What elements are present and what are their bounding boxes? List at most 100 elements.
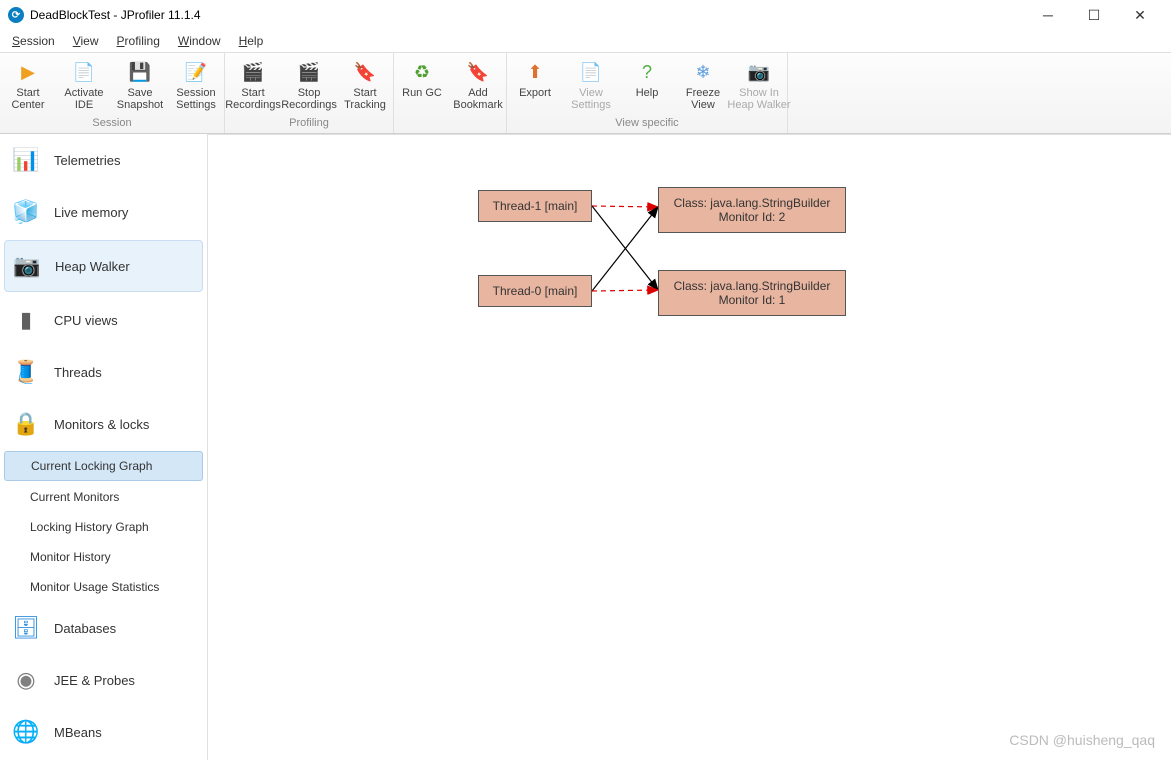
menu-view[interactable]: View	[65, 32, 107, 50]
sidebar-item-label: Monitors & locks	[54, 417, 149, 432]
activate-ide-icon: 📄	[71, 59, 97, 85]
heap-walker-icon: 📷	[13, 252, 41, 280]
minimize-button[interactable]: ─	[1025, 0, 1071, 30]
toolbar-group-label: Profiling	[225, 115, 393, 133]
start-recordings-label: Start Recordings	[225, 87, 281, 111]
graph-node-monitor1[interactable]: Class: java.lang.StringBuilder Monitor I…	[658, 270, 846, 316]
sidebar-item-label: Threads	[54, 365, 102, 380]
save-snapshot-label: Save Snapshot	[117, 87, 163, 111]
sidebar-sub-current-monitors[interactable]: Current Monitors	[0, 482, 207, 512]
stop-recordings-button[interactable]: 🎬Stop Recordings	[281, 53, 337, 115]
sidebar-item-label: Live memory	[54, 205, 128, 220]
activate-ide-label: Activate IDE	[64, 87, 103, 111]
show-in-heap-walker-button: 📷Show In Heap Walker	[731, 53, 787, 115]
add-bookmark-button[interactable]: 🔖Add Bookmark	[450, 53, 506, 115]
sidebar-item-monitors-locks[interactable]: 🔒 Monitors & locks	[0, 398, 207, 450]
sidebar-sub-current-locking-graph[interactable]: Current Locking Graph	[4, 451, 203, 481]
menu-profiling[interactable]: Profiling	[109, 32, 168, 50]
workspace: 📊 Telemetries 🧊 Live memory 📷 Heap Walker ▮ CPU…	[0, 134, 1171, 760]
activate-ide-button[interactable]: 📄Activate IDE	[56, 53, 112, 115]
menu-help[interactable]: Help	[231, 32, 272, 50]
sidebar-item-label: Heap Walker	[55, 259, 130, 274]
view-settings-label: View Settings	[571, 87, 611, 111]
session-settings-label: Session Settings	[176, 87, 216, 111]
graph-node-thread1[interactable]: Thread-1 [main]	[478, 190, 592, 222]
threads-icon: 🧵	[12, 358, 40, 386]
sidebar-sub-monitor-history[interactable]: Monitor History	[0, 542, 207, 572]
menubar: SessionViewProfilingWindowHelp	[0, 30, 1171, 52]
app-icon: ⟳	[8, 7, 24, 23]
start-tracking-label: Start Tracking	[344, 87, 386, 111]
freeze-view-label: Freeze View	[686, 87, 720, 111]
session-settings-icon: 📝	[183, 59, 209, 85]
titlebar: ⟳ DeadBlockTest - JProfiler 11.1.4 ─ ☐ ✕	[0, 0, 1171, 30]
save-snapshot-icon: 💾	[127, 59, 153, 85]
window-controls: ─ ☐ ✕	[1025, 0, 1163, 30]
sidebar-item-label: JEE & Probes	[54, 673, 135, 688]
sidebar-item-telemetries[interactable]: 📊 Telemetries	[0, 134, 207, 186]
sidebar-item-label: Databases	[54, 621, 116, 636]
run-gc-button[interactable]: ♻ Run GC	[394, 53, 450, 115]
export-label: Export	[519, 87, 551, 99]
add-bookmark-label: Add Bookmark	[453, 87, 503, 111]
save-snapshot-button[interactable]: 💾Save Snapshot	[112, 53, 168, 115]
freeze-view-button[interactable]: ❄Freeze View	[675, 53, 731, 115]
mbeans-icon: 🌐	[12, 718, 40, 746]
menu-session[interactable]: Session	[4, 32, 63, 50]
toolbar: ▶Start Center📄Activate IDE💾Save Snapshot…	[0, 52, 1171, 134]
window-title: DeadBlockTest - JProfiler 11.1.4	[30, 8, 1025, 22]
sidebar: 📊 Telemetries 🧊 Live memory 📷 Heap Walker ▮ CPU…	[0, 134, 208, 760]
sidebar-item-jee-probes[interactable]: ◉ JEE & Probes	[0, 654, 207, 706]
toolbar-group-label: View specific	[507, 115, 787, 133]
graph-node-thread0[interactable]: Thread-0 [main]	[478, 275, 592, 307]
add-bookmark-icon: 🔖	[465, 59, 491, 85]
start-center-label: Start Center	[11, 87, 44, 111]
sidebar-item-mbeans[interactable]: 🌐 MBeans	[0, 706, 207, 758]
start-recordings-button[interactable]: 🎬Start Recordings	[225, 53, 281, 115]
view-settings-icon: 📄	[578, 59, 604, 85]
run-gc-icon: ♻	[409, 59, 435, 85]
start-center-icon: ▶	[15, 59, 41, 85]
sidebar-item-databases[interactable]: 🗄 Databases	[0, 602, 207, 654]
sidebar-item-heap-walker[interactable]: 📷 Heap Walker	[4, 240, 203, 292]
maximize-button[interactable]: ☐	[1071, 0, 1117, 30]
graph-node-monitor2[interactable]: Class: java.lang.StringBuilder Monitor I…	[658, 187, 846, 233]
help-label: Help	[636, 87, 659, 99]
monitors-locks-icon: 🔒	[12, 410, 40, 438]
jee-probes-icon: ◉	[12, 666, 40, 694]
session-settings-button[interactable]: 📝Session Settings	[168, 53, 224, 115]
toolbar-group-label	[394, 115, 506, 121]
freeze-view-icon: ❄	[690, 59, 716, 85]
watermark: CSDN @huisheng_qaq	[1009, 732, 1155, 748]
toolbar-group-label: Session	[0, 115, 224, 133]
menu-window[interactable]: Window	[170, 32, 229, 50]
export-icon: ⬆	[522, 59, 548, 85]
start-tracking-icon: 🔖	[352, 59, 378, 85]
sidebar-sub-locking-history-graph[interactable]: Locking History Graph	[0, 512, 207, 542]
show-in-heap-walker-icon: 📷	[746, 59, 772, 85]
view-settings-button: 📄View Settings	[563, 53, 619, 115]
help-button[interactable]: ? Help	[619, 53, 675, 115]
show-in-heap-walker-label: Show In Heap Walker	[727, 87, 790, 111]
sidebar-item-label: CPU views	[54, 313, 118, 328]
stop-recordings-label: Stop Recordings	[281, 87, 337, 111]
sidebar-item-threads[interactable]: 🧵 Threads	[0, 346, 207, 398]
start-recordings-icon: 🎬	[240, 59, 266, 85]
cpu-views-icon: ▮	[12, 306, 40, 334]
start-tracking-button[interactable]: 🔖Start Tracking	[337, 53, 393, 115]
databases-icon: 🗄	[12, 614, 40, 642]
sidebar-item-label: MBeans	[54, 725, 102, 740]
sidebar-sub-monitor-usage-statistics[interactable]: Monitor Usage Statistics	[0, 572, 207, 602]
live-memory-icon: 🧊	[12, 198, 40, 226]
telemetries-icon: 📊	[12, 146, 40, 174]
start-center-button[interactable]: ▶Start Center	[0, 53, 56, 115]
sidebar-item-cpu-views[interactable]: ▮ CPU views	[0, 294, 207, 346]
stop-recordings-icon: 🎬	[296, 59, 322, 85]
help-icon: ?	[634, 59, 660, 85]
export-button[interactable]: ⬆ Export	[507, 53, 563, 115]
run-gc-label: Run GC	[402, 87, 442, 99]
sidebar-item-live-memory[interactable]: 🧊 Live memory	[0, 186, 207, 238]
sidebar-item-label: Telemetries	[54, 153, 120, 168]
close-button[interactable]: ✕	[1117, 0, 1163, 30]
graph-canvas[interactable]: Thread-1 [main] Thread-0 [main] Class: jav…	[208, 134, 1171, 760]
